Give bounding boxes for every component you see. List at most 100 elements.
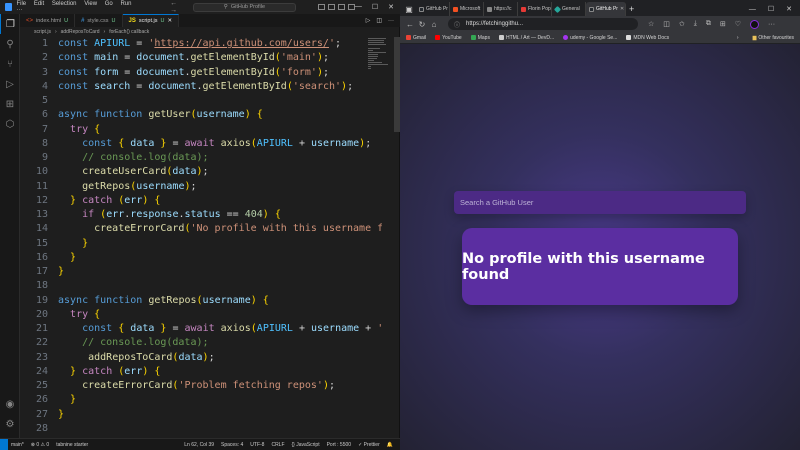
info-icon[interactable]: ⓘ [454, 20, 460, 29]
browser-tab[interactable]: https://c [484, 2, 518, 16]
code-line[interactable]: 8 const { data } = await axios(APIURL + … [20, 137, 400, 151]
menu-more[interactable]: ··· [16, 7, 22, 13]
avatar[interactable] [750, 19, 760, 29]
bookmark-devdocs[interactable]: HTML / Art — DevD... [498, 35, 554, 41]
toggle-secondary-sidebar-icon[interactable] [337, 4, 345, 10]
browser-tab[interactable]: Microsoft [450, 2, 484, 16]
bookmark-maps[interactable]: Maps [470, 35, 490, 41]
code-line[interactable]: 2 const main = document.getElementById('m… [20, 51, 400, 65]
code-line[interactable]: 4 const search = document.getElementById(… [20, 80, 400, 94]
run-debug-icon[interactable]: ▷ [0, 74, 20, 94]
command-center-search[interactable]: ⚲ GitHub Profile [193, 2, 296, 12]
collections-icon[interactable]: ⧉ [706, 20, 711, 28]
close-icon[interactable]: ✕ [388, 3, 394, 11]
maximize-icon[interactable]: ☐ [372, 3, 378, 11]
menu-selection[interactable]: Selection [52, 1, 77, 7]
language-mode[interactable]: {} JavaScript [292, 442, 320, 448]
encoding[interactable]: UTF-8 [250, 442, 264, 448]
more-menu-icon[interactable]: ··· [768, 21, 775, 28]
remote-explorer-icon[interactable]: ⬡ [0, 114, 20, 134]
favorites-icon[interactable]: ✩ [679, 20, 685, 28]
search-icon[interactable]: ⚲ [0, 34, 20, 54]
extensions-icon[interactable]: ⊞ [0, 94, 20, 114]
extensions-icon[interactable]: ⊞ [720, 20, 726, 28]
code-line[interactable]: 6 async function getUser(username) { [20, 108, 400, 122]
tabnine-indicator[interactable]: tabnine starter [56, 442, 88, 448]
menu-view[interactable]: View [84, 1, 97, 7]
browser-tab[interactable]: General [552, 2, 586, 16]
more-actions-icon[interactable]: ··· [388, 18, 394, 24]
code-line[interactable]: 7 try { [20, 123, 400, 137]
code-line[interactable]: 27} [20, 408, 400, 422]
tab-style-css[interactable]: # style.css U [75, 14, 123, 27]
problems-indicator[interactable]: ⊗ 0 ⚠ 0 [31, 442, 49, 448]
code-line[interactable]: 26 } [20, 393, 400, 407]
star-icon[interactable]: ☆ [648, 20, 654, 28]
code-line[interactable]: 1 const APIURL = 'https://api.github.com/… [20, 37, 400, 51]
code-line[interactable]: 13 if (err.response.status == 404) { [20, 208, 400, 222]
explorer-icon[interactable]: ❐ [0, 14, 20, 34]
code-line[interactable]: 19 async function getRepos(username) { [20, 294, 400, 308]
code-line[interactable]: 12 } catch (err) { [20, 194, 400, 208]
code-editor[interactable]: 1 const APIURL = 'https://api.github.com/… [20, 37, 400, 438]
close-icon[interactable]: ✕ [786, 5, 792, 13]
minimize-icon[interactable]: — [355, 3, 362, 11]
code-line[interactable]: 15 } [20, 237, 400, 251]
notifications-icon[interactable]: 🔔 [387, 442, 393, 448]
source-control-icon[interactable]: ⑂ [0, 54, 20, 74]
split-screen-icon[interactable]: ◫ [663, 20, 670, 28]
run-file-icon[interactable]: ▷ [366, 17, 371, 24]
new-tab-button[interactable]: + [629, 2, 634, 16]
other-favourites[interactable]: › ▆ Other favourites [737, 35, 794, 41]
menu-go[interactable]: Go [105, 1, 113, 7]
browser-tab[interactable]: GitHub Pr [416, 2, 450, 16]
home-icon[interactable]: ⌂ [428, 20, 440, 29]
bookmark-udemy[interactable]: udemy - Google Se... [563, 35, 617, 41]
cursor-position[interactable]: Ln 62, Col 39 [184, 442, 214, 448]
browser-tab[interactable]: Florin Pop [518, 2, 552, 16]
menu-run[interactable]: Run [120, 1, 131, 7]
tab-index-html[interactable]: <> index.html U [20, 14, 76, 27]
line-ending[interactable]: CRLF [271, 442, 284, 448]
code-line[interactable]: 3 const form = document.getElementById('f… [20, 66, 400, 80]
customize-layout-icon[interactable] [347, 4, 355, 10]
close-tab-icon[interactable]: ✕ [620, 6, 624, 12]
address-bar[interactable]: ⓘ https://fetchinggithu... [448, 18, 638, 30]
breadcrumb-function[interactable]: addReposToCard [61, 29, 100, 35]
breadcrumb-callback[interactable]: forEach() callback [109, 29, 149, 35]
branch-indicator[interactable]: main* [11, 442, 24, 448]
code-line[interactable]: 24 } catch (err) { [20, 365, 400, 379]
code-line[interactable]: 18 [20, 279, 400, 293]
maximize-icon[interactable]: ☐ [768, 5, 774, 13]
code-line[interactable]: 25 createErrorCard('Problem fetching rep… [20, 379, 400, 393]
toggle-panel-icon[interactable] [327, 4, 335, 10]
bookmark-youtube[interactable]: YouTube [435, 35, 462, 41]
heart-icon[interactable]: ♡ [735, 20, 741, 28]
browser-tab-active[interactable]: GitHub Pr ✕ [586, 2, 626, 16]
code-line[interactable]: 23 addReposToCard(data); [20, 351, 400, 365]
account-icon[interactable]: ◉ [0, 394, 20, 414]
refresh-icon[interactable]: ↻ [416, 20, 428, 29]
code-line[interactable]: 11 getRepos(username); [20, 180, 400, 194]
close-tab-icon[interactable]: ✕ [167, 18, 172, 24]
download-icon[interactable]: ⤓ [694, 20, 697, 28]
tab-script-js[interactable]: JS script.js U ✕ [122, 14, 180, 27]
split-editor-icon[interactable]: ◫ [376, 17, 382, 24]
prettier-indicator[interactable]: ✓ Prettier [358, 442, 380, 448]
bookmark-mdn[interactable]: MDN Web Docs [626, 35, 669, 41]
back-forward-arrows[interactable]: ← → [170, 0, 185, 14]
code-line[interactable]: 16 } [20, 251, 400, 265]
code-line[interactable]: 28 [20, 422, 400, 436]
code-line[interactable]: 9 // console.log(data); [20, 151, 400, 165]
tab-actions-icon[interactable]: ▣ [402, 2, 416, 16]
search-input[interactable] [454, 191, 746, 214]
code-line[interactable]: 21 const { data } = await axios(APIURL +… [20, 322, 400, 336]
live-server-port[interactable]: Port : 5500 [327, 442, 351, 448]
code-line[interactable]: 22 // console.log(data); [20, 336, 400, 350]
toggle-sidebar-icon[interactable] [317, 4, 325, 10]
code-line[interactable]: 5 [20, 94, 400, 108]
menu-edit[interactable]: Edit [34, 1, 44, 7]
gear-icon[interactable]: ⚙ [0, 414, 20, 434]
code-line[interactable]: 14 createErrorCard('No profile with this… [20, 222, 400, 236]
remote-indicator[interactable] [0, 439, 8, 450]
